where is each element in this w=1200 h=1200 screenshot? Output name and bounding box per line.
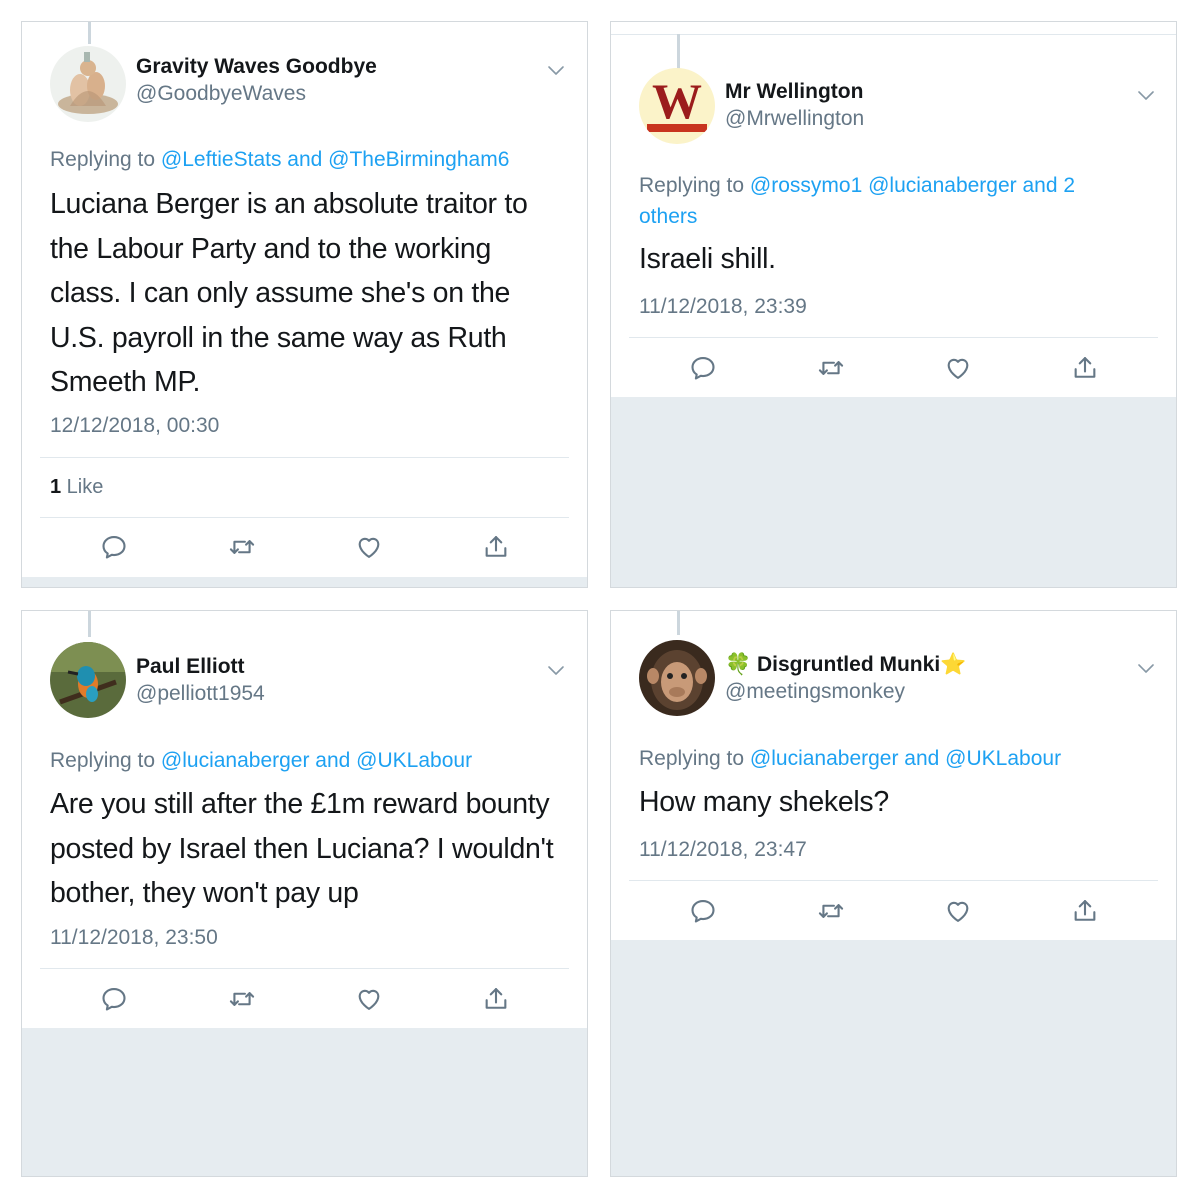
retweet-icon[interactable] — [228, 533, 256, 561]
avatar-logo-letter: W — [652, 73, 702, 129]
display-name[interactable]: Gravity Waves Goodbye — [136, 55, 377, 79]
tweet-card[interactable]: 🍀 Disgruntled Munki⭐ @meetingsmonkey Rep… — [611, 611, 1176, 940]
thread-line — [88, 22, 91, 44]
mentioned-users-link[interactable]: @lucianaberger and @UKLabour — [750, 747, 1061, 770]
chevron-down-icon[interactable] — [547, 64, 565, 76]
tweet-text: How many shekels? — [639, 786, 889, 818]
share-icon[interactable] — [1071, 354, 1099, 382]
reply-icon[interactable] — [100, 985, 128, 1013]
tweet-panel-2: W Mr Wellington @Mrwellington Replying t… — [610, 21, 1177, 588]
replying-to: Replying to @lucianaberger and @UKLabour — [50, 745, 559, 776]
tweet-panel-1: Gravity Waves Goodbye @GoodbyeWaves Repl… — [21, 21, 588, 588]
avatar[interactable] — [50, 46, 126, 122]
mentioned-users-link[interactable]: @lucianaberger and @UKLabour — [161, 749, 472, 772]
display-name[interactable]: Mr Wellington — [725, 80, 863, 104]
replying-to: Replying to @rossymo1 @lucianaberger and… — [639, 170, 1148, 232]
reply-icon[interactable] — [689, 354, 717, 382]
display-name[interactable]: Paul Elliott — [136, 655, 245, 679]
like-icon[interactable] — [355, 985, 383, 1013]
timestamp[interactable]: 11/12/2018, 23:47 — [639, 838, 807, 862]
thread-line — [677, 611, 680, 635]
tweet-card[interactable]: Gravity Waves Goodbye @GoodbyeWaves Repl… — [22, 22, 587, 577]
tweet-panel-4: 🍀 Disgruntled Munki⭐ @meetingsmonkey Rep… — [610, 610, 1177, 1177]
chevron-down-icon[interactable] — [547, 664, 565, 676]
mentioned-users-link-more[interactable]: others — [639, 205, 697, 228]
username[interactable]: @Mrwellington — [725, 107, 864, 131]
mentioned-users-link[interactable]: @rossymo1 @lucianaberger and 2 — [750, 174, 1075, 197]
action-bar — [611, 354, 1176, 394]
tweet-text: Luciana Berger is an absolute traitor to… — [50, 188, 528, 398]
reply-icon[interactable] — [100, 533, 128, 561]
retweet-icon[interactable] — [228, 985, 256, 1013]
username[interactable]: @pelliott1954 — [136, 682, 265, 706]
tweet-card[interactable]: Paul Elliott @pelliott1954 Replying to @… — [22, 611, 587, 1028]
replying-to-label: Replying to — [50, 148, 161, 171]
display-name[interactable]: 🍀 Disgruntled Munki⭐ — [725, 653, 966, 677]
likes-label: Like — [61, 476, 104, 498]
tweet-panel-3: Paul Elliott @pelliott1954 Replying to @… — [21, 610, 588, 1177]
timestamp[interactable]: 12/12/2018, 00:30 — [50, 414, 219, 438]
replying-to-label: Replying to — [50, 749, 161, 772]
retweet-icon[interactable] — [817, 897, 845, 925]
divider — [629, 337, 1158, 338]
divider — [629, 880, 1158, 881]
chevron-down-icon[interactable] — [1137, 662, 1155, 674]
likes-count[interactable]: 1 Like — [50, 476, 103, 499]
like-icon[interactable] — [944, 897, 972, 925]
mentioned-users-link[interactable]: @LeftieStats and @TheBirmingham6 — [161, 148, 509, 171]
timestamp[interactable]: 11/12/2018, 23:50 — [50, 926, 218, 950]
previous-tweet-actions-clipped — [611, 22, 1176, 35]
avatar[interactable] — [50, 642, 126, 718]
share-icon[interactable] — [1071, 897, 1099, 925]
action-bar — [22, 985, 587, 1025]
replying-to-label: Replying to — [639, 174, 750, 197]
divider — [40, 457, 569, 458]
likes-number: 1 — [50, 476, 62, 498]
replying-to: Replying to @LeftieStats and @TheBirming… — [50, 144, 559, 175]
like-icon[interactable] — [944, 354, 972, 382]
chevron-down-icon[interactable] — [1137, 89, 1155, 101]
thread-line — [88, 611, 91, 637]
like-icon[interactable] — [355, 533, 383, 561]
tweet-text: Israeli shill. — [639, 243, 776, 275]
tweet-card[interactable]: W Mr Wellington @Mrwellington Replying t… — [611, 22, 1176, 397]
action-bar — [611, 897, 1176, 937]
share-icon[interactable] — [482, 533, 510, 561]
reply-icon[interactable] — [689, 897, 717, 925]
username[interactable]: @GoodbyeWaves — [136, 82, 306, 106]
action-bar — [22, 533, 587, 573]
share-icon[interactable] — [482, 985, 510, 1013]
divider — [40, 517, 569, 518]
avatar[interactable]: W — [639, 68, 715, 144]
replying-to: Replying to @lucianaberger and @UKLabour — [639, 743, 1148, 774]
replying-to-label: Replying to — [639, 747, 750, 770]
divider — [40, 968, 569, 969]
avatar[interactable] — [639, 640, 715, 716]
thread-line — [677, 34, 680, 70]
tweet-text: Are you still after the £1m reward bount… — [50, 788, 554, 909]
timestamp[interactable]: 11/12/2018, 23:39 — [639, 295, 807, 319]
retweet-icon[interactable] — [817, 354, 845, 382]
username[interactable]: @meetingsmonkey — [725, 680, 905, 704]
